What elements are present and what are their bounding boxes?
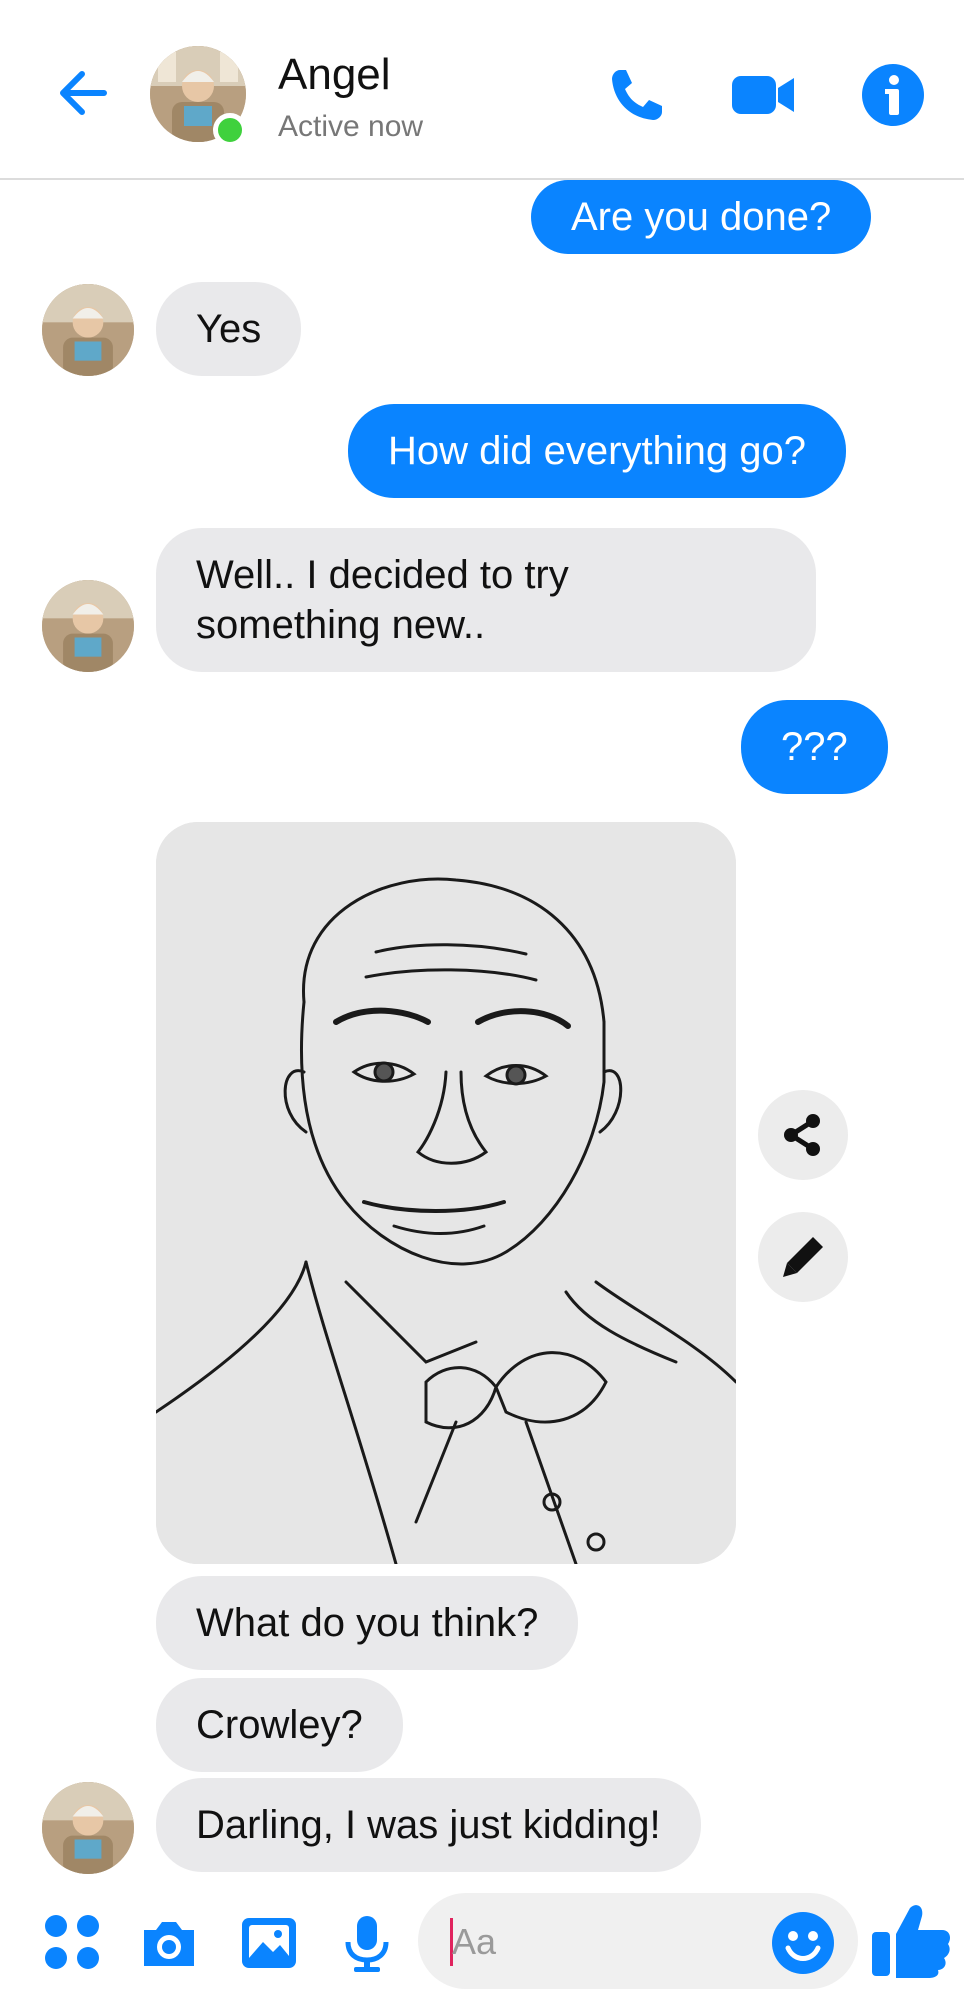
message-bubble-outgoing[interactable]: ??? [741, 700, 888, 794]
message-bubble-outgoing[interactable]: Are you done? [531, 180, 872, 254]
contact-status: Active now [278, 110, 424, 143]
thumbs-up-icon[interactable] [870, 1898, 952, 1980]
apps-icon[interactable] [42, 1912, 104, 1974]
microphone-icon[interactable] [336, 1912, 398, 1974]
info-icon[interactable] [858, 60, 928, 130]
contact-avatar-small[interactable] [42, 580, 134, 672]
online-indicator [213, 113, 247, 147]
emoji-icon[interactable] [770, 1910, 836, 1976]
message-bubble-incoming[interactable]: Crowley? [156, 1678, 403, 1772]
message-bubble-incoming[interactable]: Darling, I was just kidding! [156, 1778, 701, 1872]
message-bubble-outgoing[interactable]: How did everything go? [348, 404, 847, 498]
gallery-icon[interactable] [238, 1912, 300, 1974]
contact-name[interactable]: Angel [278, 50, 391, 100]
message-input-placeholder: Aa [452, 1921, 497, 1962]
message-bubble-incoming[interactable]: Well.. I decided to try something new.. [156, 528, 816, 672]
message-bubble-incoming[interactable]: What do you think? [156, 1576, 579, 1670]
chat-header: Angel Active now [0, 0, 964, 180]
share-button[interactable] [758, 1090, 848, 1180]
sketch-portrait-image[interactable] [156, 822, 736, 1564]
share-icon [784, 1114, 820, 1156]
camera-icon[interactable] [138, 1912, 200, 1974]
edit-button[interactable] [758, 1212, 848, 1302]
back-arrow-icon[interactable] [50, 60, 116, 126]
video-camera-icon[interactable] [728, 60, 798, 130]
phone-icon[interactable] [602, 60, 672, 130]
contact-avatar-small[interactable] [42, 284, 134, 376]
contact-avatar-small[interactable] [42, 1782, 134, 1874]
pencil-icon [783, 1237, 823, 1277]
message-bubble-incoming[interactable]: Yes [156, 282, 302, 376]
